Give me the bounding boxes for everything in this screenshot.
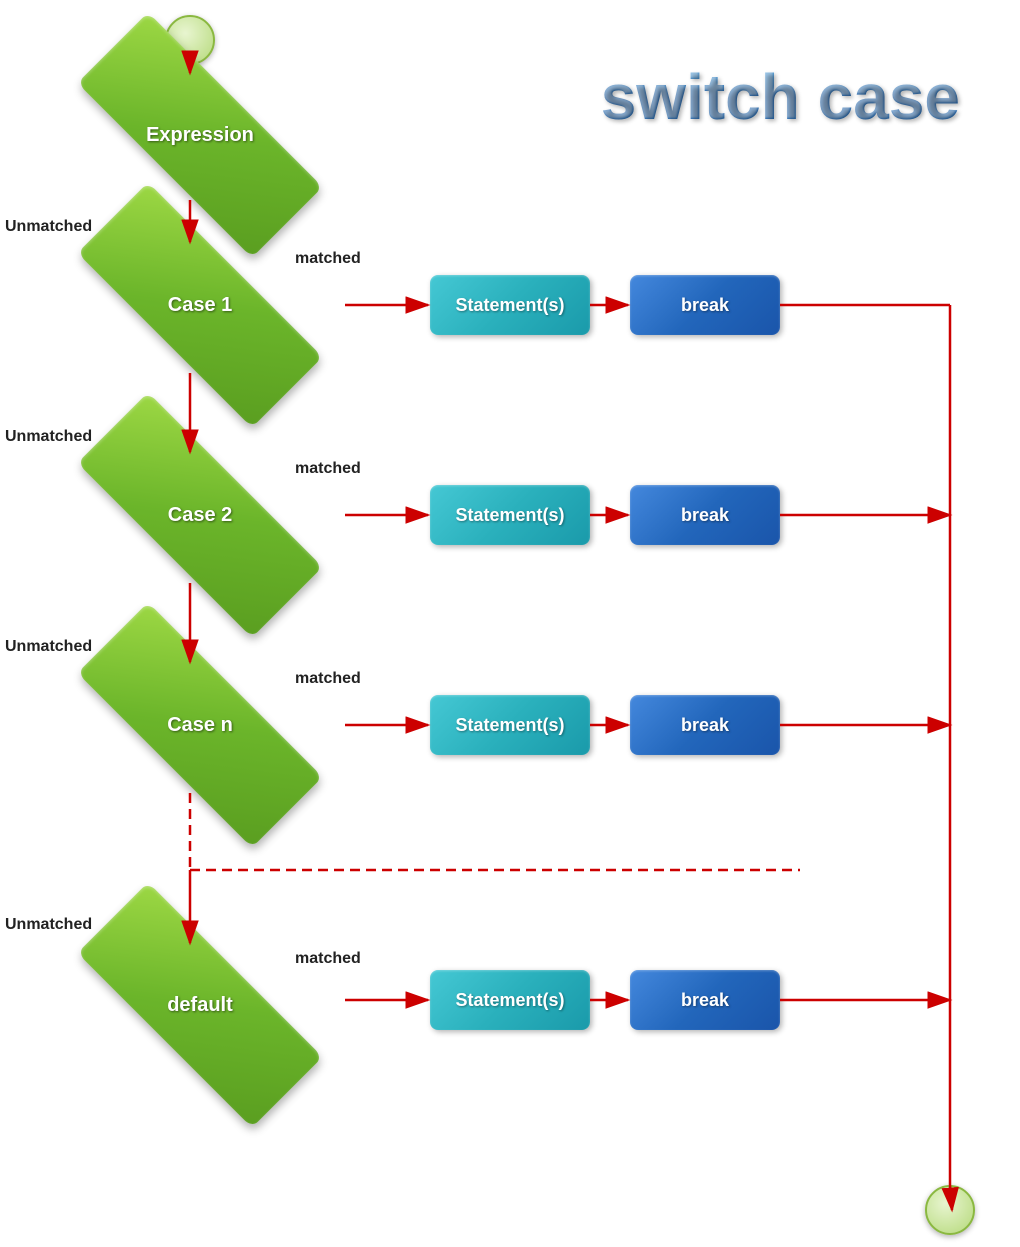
break-box-1: break (630, 275, 780, 335)
statement-box-1: Statement(s) (430, 275, 590, 335)
matched-label-1: matched (295, 250, 361, 268)
unmatched-label-1: Unmatched (5, 218, 92, 236)
page-title: switch case (601, 60, 960, 134)
statement-box-default: Statement(s) (430, 970, 590, 1030)
break-box-n: break (630, 695, 780, 755)
matched-label-2: matched (295, 460, 361, 478)
expression-diamond: Expression (55, 70, 345, 200)
statement-box-n: Statement(s) (430, 695, 590, 755)
statement-box-2: Statement(s) (430, 485, 590, 545)
unmatched-label-3: Unmatched (5, 638, 92, 656)
matched-label-3: matched (295, 670, 361, 688)
unmatched-label-4: Unmatched (5, 916, 92, 934)
unmatched-label-2: Unmatched (5, 428, 92, 446)
matched-label-4: matched (295, 950, 361, 968)
break-box-default: break (630, 970, 780, 1030)
end-circle (925, 1185, 975, 1235)
break-box-2: break (630, 485, 780, 545)
